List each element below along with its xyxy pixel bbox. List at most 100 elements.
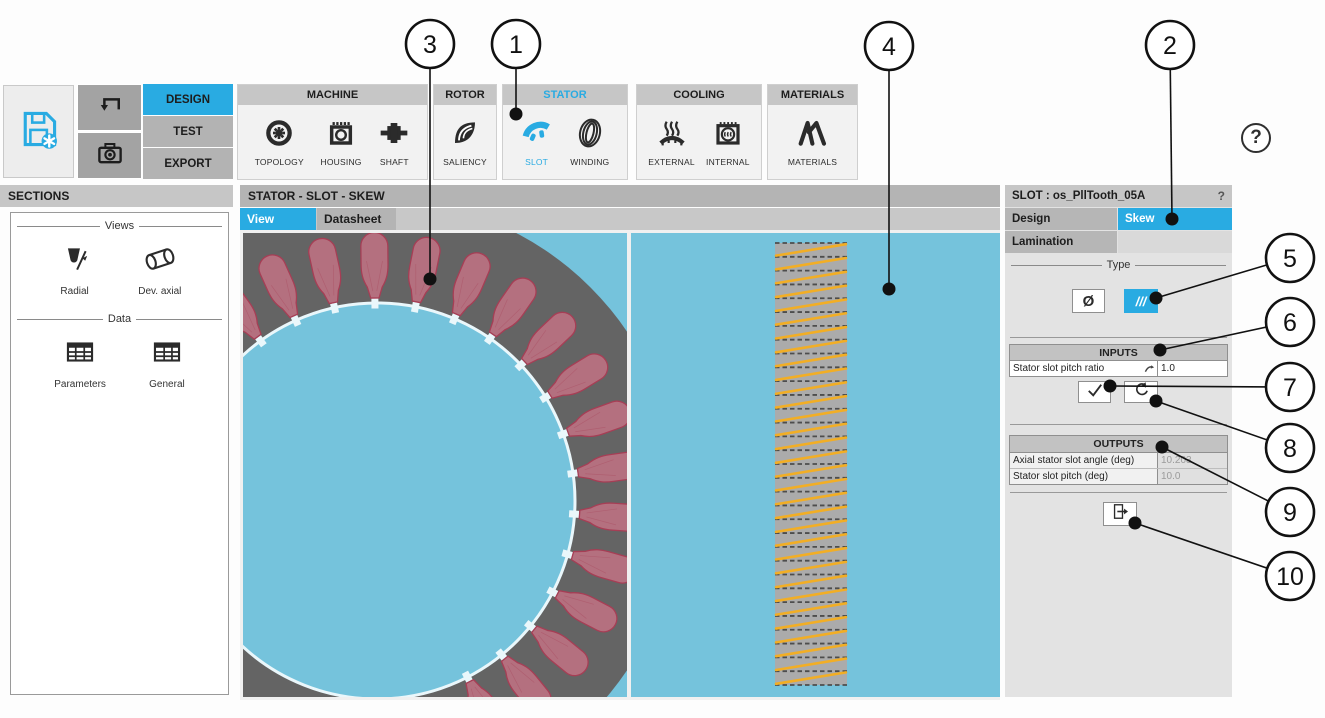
svg-text:3: 3 bbox=[423, 31, 437, 59]
application-window: DESIGN TEST EXPORT MACHINE TOPOLOGY HOUS… bbox=[0, 0, 1325, 718]
slot-pitch-ratio-field[interactable]: 1.0 bbox=[1157, 361, 1227, 376]
ribbon-item-shaft[interactable]: SHAFT bbox=[378, 117, 410, 167]
callout-8: 8 bbox=[1264, 422, 1316, 474]
data-group-separator: Data bbox=[17, 313, 222, 325]
ribbon-item-label: EXTERNAL bbox=[648, 157, 695, 167]
view-container bbox=[240, 230, 1000, 700]
sidebar-item-label: Parameters bbox=[54, 379, 106, 390]
ribbon-item-materials[interactable]: MATERIALS bbox=[788, 117, 837, 167]
ribbon-group-machine-title: MACHINE bbox=[238, 85, 427, 105]
tab-skew[interactable]: Skew bbox=[1118, 208, 1232, 230]
view-title: STATOR - SLOT - SKEW bbox=[240, 185, 1000, 207]
sidebar-item-label: General bbox=[149, 379, 185, 390]
radial-view-pane[interactable] bbox=[243, 233, 627, 697]
shaft-icon bbox=[378, 117, 410, 154]
data-group-label: Data bbox=[107, 313, 132, 325]
reset-icon bbox=[1133, 381, 1150, 403]
ribbon-item-label: SALIENCY bbox=[443, 157, 487, 167]
ribbon-item-label: INTERNAL bbox=[706, 157, 750, 167]
topology-icon bbox=[263, 117, 295, 154]
callout-2: 2 bbox=[1144, 19, 1196, 71]
ribbon-item-slot[interactable]: SLOT bbox=[521, 117, 553, 167]
skew-type-none-button[interactable]: Ø bbox=[1072, 289, 1105, 313]
save-icon bbox=[17, 107, 61, 156]
divider bbox=[1010, 492, 1227, 493]
radial-view-icon bbox=[58, 242, 92, 281]
svg-text:8: 8 bbox=[1283, 435, 1297, 463]
ribbon-item-internal[interactable]: INTERNAL bbox=[706, 117, 750, 167]
svg-text:7: 7 bbox=[1283, 374, 1297, 402]
materials-icon bbox=[796, 117, 828, 154]
ribbon-group-cooling-title: COOLING bbox=[637, 85, 761, 105]
ribbon-item-winding[interactable]: WINDING bbox=[570, 117, 609, 167]
ribbon-group-machine: MACHINE TOPOLOGY HOUSING SHAFT bbox=[237, 84, 428, 180]
linked-parameter-icon[interactable] bbox=[1144, 363, 1155, 374]
ribbon-group-stator: STATOR SLOT WINDING bbox=[502, 84, 628, 180]
callout-9: 9 bbox=[1264, 486, 1316, 538]
svg-text:6: 6 bbox=[1283, 309, 1297, 337]
external-cooling-icon bbox=[656, 117, 688, 154]
tab-test[interactable]: TEST bbox=[143, 116, 233, 147]
question-mark-icon: ? bbox=[1250, 127, 1262, 148]
export-report-button[interactable] bbox=[1103, 502, 1137, 526]
ribbon-item-external[interactable]: EXTERNAL bbox=[648, 117, 695, 167]
help-button[interactable]: ? bbox=[1241, 123, 1271, 153]
views-group-separator: Views bbox=[17, 220, 222, 232]
skew-type-linear-button[interactable]: /// bbox=[1124, 289, 1158, 313]
svg-text:10: 10 bbox=[1276, 563, 1304, 591]
reset-button[interactable] bbox=[1124, 381, 1158, 403]
inputs-table: INPUTS Stator slot pitch ratio 1.0 bbox=[1009, 344, 1228, 377]
output-label: Axial stator slot angle (deg) bbox=[1013, 455, 1135, 466]
tab-datasheet[interactable]: Datasheet bbox=[317, 208, 396, 230]
ribbon-item-topology[interactable]: TOPOLOGY bbox=[255, 117, 304, 167]
sidebar-item-radial[interactable]: Radial bbox=[58, 242, 92, 297]
output-value: 10.0 bbox=[1157, 469, 1227, 484]
callout-5: 5 bbox=[1264, 232, 1316, 284]
slot-panel-title: SLOT : os_PllTooth_05A bbox=[1012, 190, 1146, 202]
ribbon-item-saliency[interactable]: SALIENCY bbox=[443, 117, 487, 167]
sidebar-item-dev-axial[interactable]: Dev. axial bbox=[138, 242, 181, 297]
input-row-slot-pitch-ratio: Stator slot pitch ratio 1.0 bbox=[1010, 361, 1227, 376]
skew-view-pane[interactable] bbox=[631, 233, 1000, 697]
svg-text:5: 5 bbox=[1283, 245, 1297, 273]
panel-help-icon[interactable]: ? bbox=[1218, 189, 1225, 203]
parameters-table-icon bbox=[63, 335, 97, 374]
undo-button[interactable] bbox=[77, 84, 142, 131]
ribbon-item-label: MATERIALS bbox=[787, 157, 838, 167]
callout-6: 6 bbox=[1264, 296, 1316, 348]
tab-design[interactable]: DESIGN bbox=[143, 84, 233, 115]
ribbon-item-label: WINDING bbox=[570, 157, 610, 167]
slot-icon bbox=[521, 117, 553, 154]
apply-button[interactable] bbox=[1078, 381, 1111, 403]
svg-text:2: 2 bbox=[1163, 32, 1177, 60]
tab-design-slot[interactable]: Design bbox=[1005, 208, 1117, 230]
save-button[interactable] bbox=[3, 85, 74, 178]
output-value: 10.203 bbox=[1157, 453, 1227, 468]
output-label: Stator slot pitch (deg) bbox=[1013, 471, 1109, 482]
ribbon-item-label: SHAFT bbox=[379, 157, 409, 167]
ribbon-item-label: SLOT bbox=[525, 157, 549, 167]
sidebar-item-general[interactable]: General bbox=[149, 335, 185, 390]
inputs-title: INPUTS bbox=[1010, 345, 1227, 361]
tab-view[interactable]: View bbox=[240, 208, 316, 230]
sidebar-item-parameters[interactable]: Parameters bbox=[54, 335, 106, 390]
screenshot-button[interactable] bbox=[77, 132, 142, 179]
ribbon-item-housing[interactable]: HOUSING bbox=[321, 117, 362, 167]
saliency-icon bbox=[449, 117, 481, 154]
sections-panel: Views Radial Dev. axial Data Parameters … bbox=[10, 212, 229, 695]
svg-text:9: 9 bbox=[1283, 499, 1297, 527]
linear-skew-icon: /// bbox=[1135, 293, 1147, 309]
tab-lamination[interactable]: Lamination bbox=[1005, 231, 1117, 253]
general-table-icon bbox=[150, 335, 184, 374]
divider bbox=[1010, 424, 1227, 425]
stator-radial-drawing bbox=[243, 233, 627, 697]
callout-10: 10 bbox=[1264, 550, 1316, 602]
svg-text:4: 4 bbox=[882, 33, 896, 61]
ribbon-group-cooling: COOLING EXTERNAL INTERNAL bbox=[636, 84, 762, 180]
housing-icon bbox=[325, 117, 357, 154]
ribbon-group-materials-title: MATERIALS bbox=[768, 85, 857, 105]
sections-header: SECTIONS bbox=[0, 185, 233, 207]
tab-export[interactable]: EXPORT bbox=[143, 148, 233, 179]
sidebar-item-label: Radial bbox=[60, 286, 89, 297]
internal-cooling-icon bbox=[712, 117, 744, 154]
